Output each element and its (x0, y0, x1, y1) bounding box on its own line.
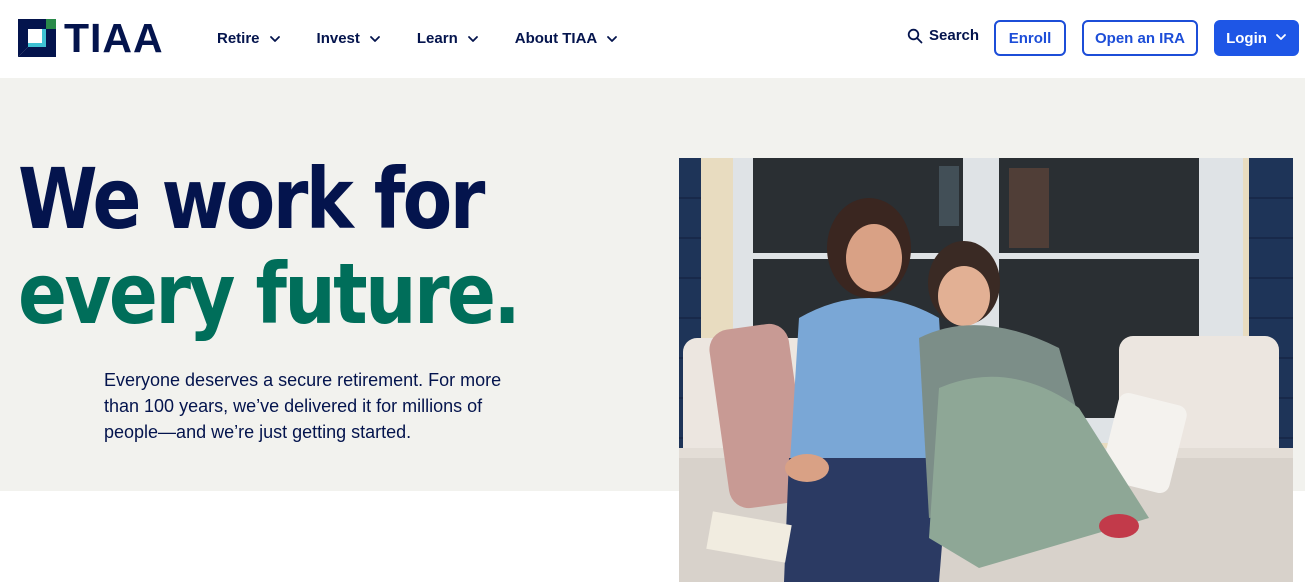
nav-item-label: About TIAA (514, 29, 598, 47)
nav-item-retire[interactable]: Retire (217, 26, 281, 50)
brand-name: TIAA (64, 15, 164, 61)
login-label: Login (1226, 29, 1267, 47)
nav-item-label: Learn (416, 29, 458, 47)
login-button[interactable]: Login (1214, 20, 1299, 56)
chevron-down-icon (1275, 30, 1287, 47)
nav-item-invest[interactable]: Invest (317, 26, 381, 50)
search-icon (907, 28, 923, 43)
enroll-button[interactable]: Enroll (994, 20, 1066, 56)
tiaa-logo-mark-icon (18, 19, 56, 57)
tiaa-logo[interactable]: TIAA (18, 15, 164, 61)
site-header: TIAA Retire Invest Learn About TIAA Sear… (0, 0, 1305, 78)
chevron-down-icon (369, 32, 381, 44)
search-label: Search (929, 27, 980, 44)
headline-line-1: We work for (18, 150, 485, 248)
nav-item-label: Retire (217, 29, 260, 47)
nav-item-label: Invest (316, 29, 360, 47)
chevron-down-icon (269, 32, 281, 44)
chevron-down-icon (606, 32, 618, 44)
hero-photo (679, 158, 1293, 582)
nav-item-learn[interactable]: Learn (417, 26, 479, 50)
main-nav: Retire Invest Learn About TIAA (217, 26, 654, 50)
open-ira-button[interactable]: Open an IRA (1082, 20, 1198, 56)
search-button[interactable]: Search (907, 27, 979, 44)
nav-item-about[interactable]: About TIAA (515, 26, 618, 50)
headline-line-2: every future. (18, 245, 521, 343)
hero-description: Everyone deserves a secure retirement. F… (104, 370, 502, 442)
hero-headline: We work for every future. (18, 150, 521, 343)
chevron-down-icon (467, 32, 479, 44)
